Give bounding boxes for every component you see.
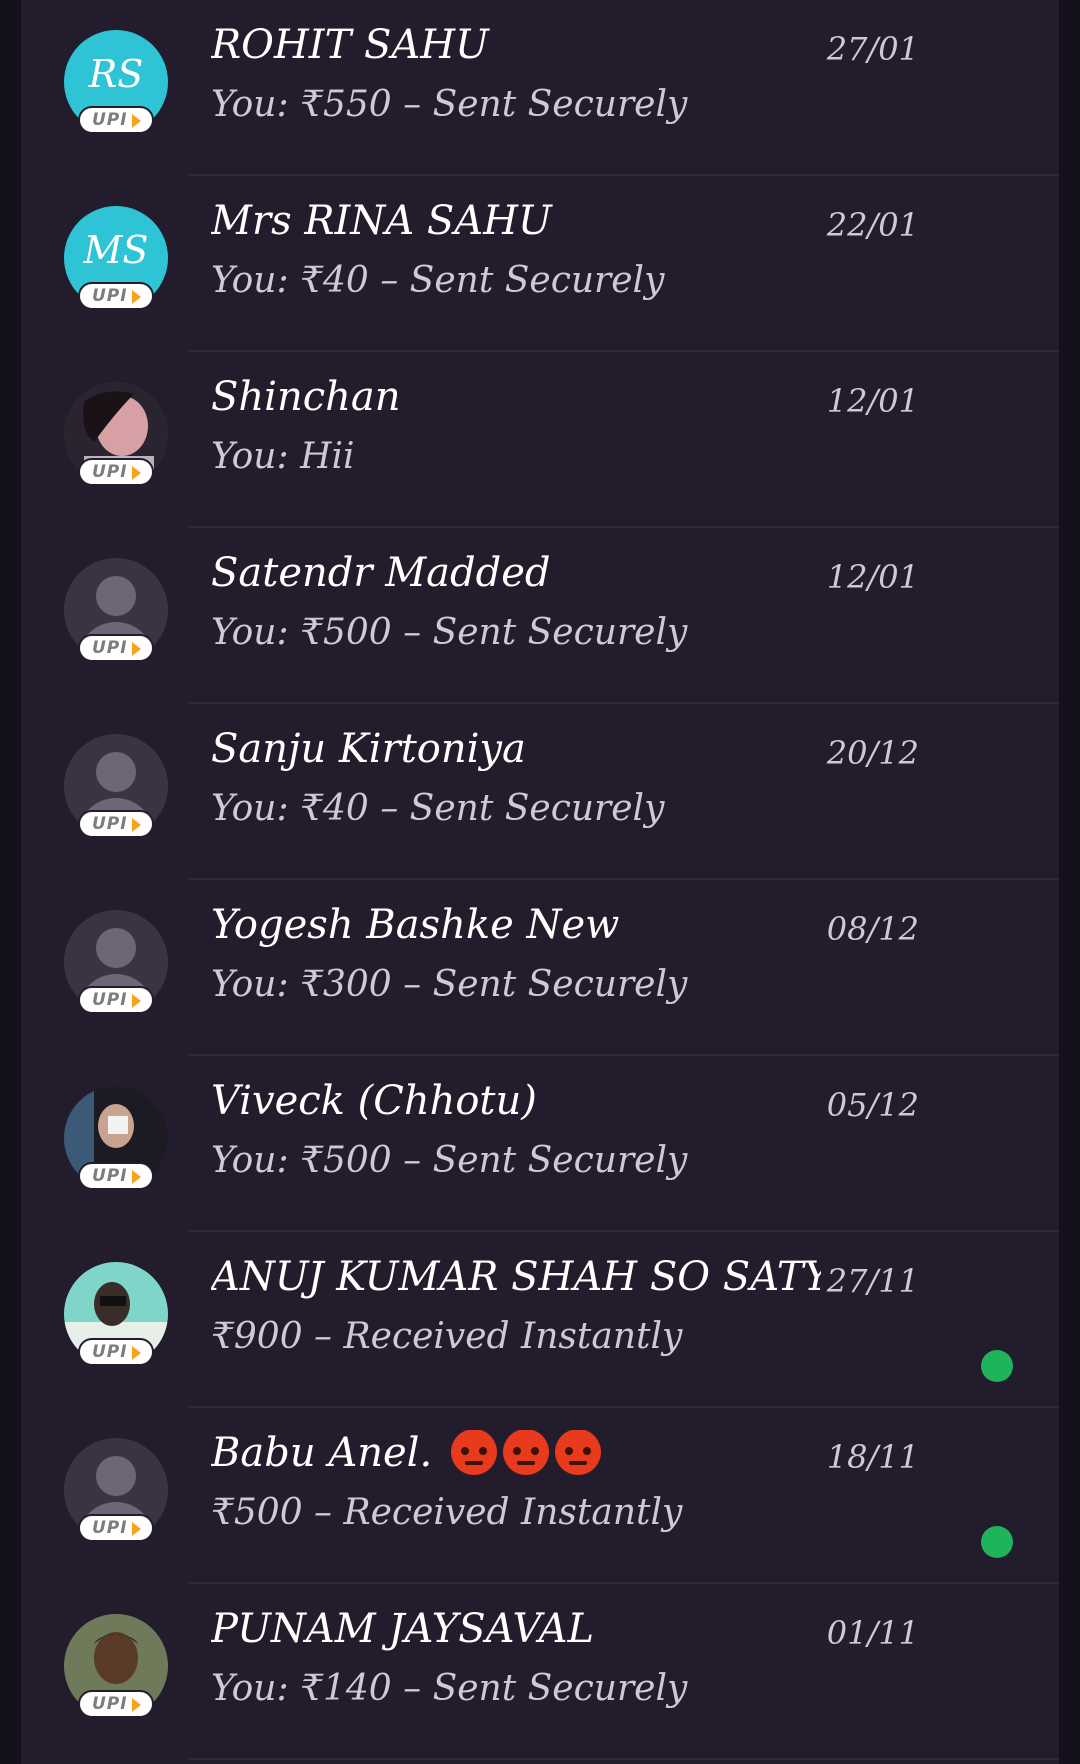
payments-chat-screen: RS UPI ROHIT SAHU 27/01 You: ₹550 – Sent… — [0, 0, 1080, 1764]
contact-name: Viveck (Chhotu) — [211, 1078, 537, 1124]
received-indicator-dot — [981, 1350, 1013, 1382]
last-message-preview: ₹900 – Received Instantly — [211, 1316, 683, 1357]
avatar-initials: RS — [88, 52, 144, 96]
last-message-date: 12/01 — [826, 382, 919, 420]
upi-badge-label: UPI — [92, 1342, 128, 1362]
contact-name-with-emoji: Babu Anel. — [211, 1430, 821, 1479]
conversation-row[interactable]: RS UPI ROHIT SAHU 27/01 You: ₹550 – Sent… — [21, 0, 1059, 176]
avatar-initials: MS — [83, 228, 149, 272]
upi-badge: UPI — [78, 1514, 154, 1542]
upi-arrow-icon — [132, 290, 141, 304]
upi-arrow-icon — [132, 818, 141, 832]
conversation-row[interactable]: UPI Viveck (Chhotu) 05/12 You: ₹500 – Se… — [21, 1056, 1059, 1232]
contact-name: Sanju Kirtoniya — [211, 726, 526, 772]
last-message-preview: ₹500 – Received Instantly — [211, 1492, 683, 1533]
upi-badge: UPI — [78, 1690, 154, 1718]
row-divider — [189, 1758, 1059, 1760]
conversation-row[interactable]: UPI Yogesh Bashke New 08/12 You: ₹300 – … — [21, 880, 1059, 1056]
last-message-preview: You: ₹40 – Sent Securely — [211, 788, 665, 829]
upi-arrow-icon — [132, 114, 141, 128]
conversation-row[interactable]: UPI Shinchan 12/01 You: Hii — [21, 352, 1059, 528]
upi-badge-label: UPI — [92, 110, 128, 130]
upi-badge-label: UPI — [92, 1518, 128, 1538]
upi-badge-label: UPI — [92, 1166, 128, 1186]
contact-name: Satendr Madded — [211, 550, 551, 596]
last-message-preview: You: ₹300 – Sent Securely — [211, 964, 688, 1005]
avatar-head-shape — [96, 1456, 136, 1496]
last-message-date: 08/12 — [826, 910, 919, 948]
upi-badge: UPI — [78, 810, 154, 838]
contact-name: PUNAM JAYSAVAL — [211, 1606, 595, 1652]
upi-badge-label: UPI — [92, 286, 128, 306]
upi-arrow-icon — [132, 1170, 141, 1184]
upi-arrow-icon — [132, 1346, 141, 1360]
last-message-preview: You: Hii — [211, 436, 355, 477]
last-message-date: 27/11 — [826, 1262, 919, 1300]
upi-badge: UPI — [78, 986, 154, 1014]
conversation-list[interactable]: RS UPI ROHIT SAHU 27/01 You: ₹550 – Sent… — [21, 0, 1059, 1764]
angry-face-icon — [554, 1430, 601, 1475]
contact-name: Shinchan — [211, 374, 401, 420]
last-message-preview: You: ₹140 – Sent Securely — [211, 1668, 688, 1709]
upi-badge-label: UPI — [92, 1694, 128, 1714]
avatar-head-shape — [96, 576, 136, 616]
upi-badge: UPI — [78, 1162, 154, 1190]
upi-badge: UPI — [78, 1338, 154, 1366]
avatar-head-shape — [96, 752, 136, 792]
conversation-row[interactable]: UPI PUNAM JAYSAVAL 01/11 You: ₹140 – Sen… — [21, 1584, 1059, 1760]
conversation-row[interactable]: UPI Satendr Madded 12/01 You: ₹500 – Sen… — [21, 528, 1059, 704]
received-indicator-dot — [981, 1526, 1013, 1558]
last-message-date: 12/01 — [826, 558, 919, 596]
conversation-row[interactable]: UPI Babu Anel. 18/11 ₹500 – Received Ins… — [21, 1408, 1059, 1584]
upi-arrow-icon — [132, 642, 141, 656]
last-message-preview: You: ₹500 – Sent Securely — [211, 1140, 688, 1181]
upi-badge-label: UPI — [92, 462, 128, 482]
last-message-date: 22/01 — [826, 206, 919, 244]
upi-badge: UPI — [78, 634, 154, 662]
angry-face-icon — [450, 1430, 497, 1475]
upi-badge: UPI — [78, 106, 154, 134]
last-message-date: 05/12 — [826, 1086, 919, 1124]
last-message-date: 27/01 — [826, 30, 919, 68]
upi-arrow-icon — [132, 1522, 141, 1536]
upi-badge-label: UPI — [92, 990, 128, 1010]
last-message-preview: You: ₹500 – Sent Securely — [211, 612, 688, 653]
conversation-row[interactable]: UPI ANUJ KUMAR SHAH SO SATYDEV... 27/11 … — [21, 1232, 1059, 1408]
upi-badge-label: UPI — [92, 638, 128, 658]
last-message-date: 20/12 — [826, 734, 919, 772]
last-message-preview: You: ₹550 – Sent Securely — [211, 84, 688, 125]
last-message-preview: You: ₹40 – Sent Securely — [211, 260, 665, 301]
last-message-date: 01/11 — [826, 1614, 919, 1652]
upi-badge: UPI — [78, 458, 154, 486]
last-message-date: 18/11 — [826, 1438, 919, 1476]
upi-arrow-icon — [132, 1698, 141, 1712]
upi-badge-label: UPI — [92, 814, 128, 834]
contact-name: Babu Anel. — [211, 1430, 433, 1476]
contact-name: ROHIT SAHU — [211, 22, 489, 68]
contact-name: ANUJ KUMAR SHAH SO SATYDEV... — [211, 1254, 821, 1300]
upi-arrow-icon — [132, 466, 141, 480]
contact-name: Yogesh Bashke New — [211, 902, 620, 948]
contact-name: Mrs RINA SAHU — [211, 198, 552, 244]
conversation-row[interactable]: UPI Sanju Kirtoniya 20/12 You: ₹40 – Sen… — [21, 704, 1059, 880]
upi-arrow-icon — [132, 994, 141, 1008]
avatar-head-shape — [96, 928, 136, 968]
upi-badge: UPI — [78, 282, 154, 310]
conversation-row[interactable]: MS UPI Mrs RINA SAHU 22/01 You: ₹40 – Se… — [21, 176, 1059, 352]
angry-face-icon — [502, 1430, 549, 1475]
